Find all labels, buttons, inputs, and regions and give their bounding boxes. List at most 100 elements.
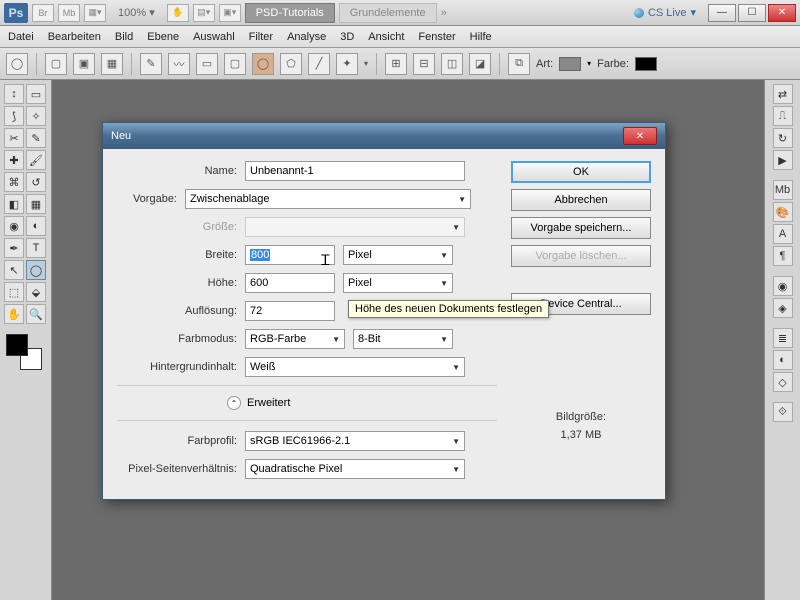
breite-unit-select[interactable]: Pixel▼ [343,245,453,265]
type-tool-icon[interactable]: T [26,238,46,258]
aufloesung-input[interactable] [245,301,335,321]
screen-mode-icon[interactable]: ▣▾ [219,4,241,22]
current-tool-icon[interactable]: ◯ [6,53,28,75]
panel-brushes-icon[interactable]: ⟐ [773,402,793,422]
shape-options-arrow-icon[interactable]: ▾ [364,59,368,68]
menu-bild[interactable]: Bild [115,31,133,43]
panel-character-icon[interactable]: A [773,224,793,244]
dialog-close-button[interactable]: ✕ [623,127,657,145]
wand-tool-icon[interactable]: ✧ [26,106,46,126]
panel-history-icon[interactable]: ↻ [773,128,793,148]
ok-button[interactable]: OK [511,161,651,183]
farbprofil-select[interactable]: sRGB IEC61966-2.1▼ [245,431,465,451]
crop-tool-icon[interactable]: ✂ [4,128,24,148]
menu-filter[interactable]: Filter [249,31,273,43]
eyedropper-tool-icon[interactable]: ✎ [26,128,46,148]
rounded-rectangle-icon[interactable]: ▢ [224,53,246,75]
window-maximize-button[interactable]: ☐ [738,4,766,22]
panel-color-icon[interactable]: ◉ [773,276,793,296]
erweitert-toggle[interactable]: ⌃ Erweitert [227,396,497,410]
paths-icon[interactable]: ▣ [73,53,95,75]
panel-layers-icon[interactable]: ≣ [773,328,793,348]
eraser-tool-icon[interactable]: ◧ [4,194,24,214]
pen-icon[interactable]: ✎ [140,53,162,75]
rectangle-icon[interactable]: ▭ [196,53,218,75]
menu-3d[interactable]: 3D [340,31,354,43]
dodge-tool-icon[interactable]: ◐ [26,216,46,236]
hoehe-input[interactable] [245,273,335,293]
path-select-icon[interactable]: ↖ [4,260,24,280]
history-brush-icon[interactable]: ↺ [26,172,46,192]
line-icon[interactable]: ╱ [308,53,330,75]
panel-actions-icon[interactable]: ▶ [773,150,793,170]
combine-exclude-icon[interactable]: ◪ [469,53,491,75]
minibridge-icon[interactable]: Mb [58,4,80,22]
window-close-button[interactable]: ✕ [768,4,796,22]
hand-tool-icon[interactable]: ✋ [4,304,24,324]
panel-minibridge-icon[interactable]: Mb [773,180,793,200]
menu-bearbeiten[interactable]: Bearbeiten [48,31,101,43]
combine-subtract-icon[interactable]: ⊟ [413,53,435,75]
move-tool-icon[interactable]: ↕ [4,84,24,104]
bridge-icon[interactable]: Br [32,4,54,22]
farbmodus-depth-select[interactable]: 8-Bit▼ [353,329,453,349]
panel-adjustments-icon[interactable]: ⇄ [773,84,793,104]
combine-add-icon[interactable]: ⊞ [385,53,407,75]
shape-layers-icon[interactable]: ▢ [45,53,67,75]
brush-tool-icon[interactable]: 🖌 [26,150,46,170]
marquee-tool-icon[interactable]: ▭ [26,84,46,104]
workspace-tab-grundelemente[interactable]: Grundelemente [339,3,437,23]
window-minimize-button[interactable]: — [708,4,736,22]
panel-masks-icon[interactable]: ⎍ [773,106,793,126]
hintergrund-select[interactable]: Weiß▼ [245,357,465,377]
foreground-background-swatch[interactable] [4,332,44,372]
breite-input[interactable]: 800 [245,245,335,265]
polygon-icon[interactable]: ⬠ [280,53,302,75]
vorgabe-select[interactable]: Zwischenablage▼ [185,189,471,209]
hand-tool-icon[interactable]: ✋ [167,4,189,22]
menu-analyse[interactable]: Analyse [287,31,326,43]
heal-tool-icon[interactable]: ✚ [4,150,24,170]
dialog-titlebar[interactable]: Neu ✕ [103,123,665,149]
blur-tool-icon[interactable]: ◉ [4,216,24,236]
3d-camera-icon[interactable]: ⬙ [26,282,46,302]
abbrechen-button[interactable]: Abbrechen [511,189,651,211]
panel-paths-icon[interactable]: ◇ [773,372,793,392]
freeform-pen-icon[interactable]: 〰 [168,53,190,75]
lasso-tool-icon[interactable]: ⟆ [4,106,24,126]
menu-fenster[interactable]: Fenster [418,31,455,43]
menu-ansicht[interactable]: Ansicht [368,31,404,43]
fill-pixels-icon[interactable]: ▦ [101,53,123,75]
view-extras-icon[interactable]: ▦▾ [84,4,106,22]
pixelsv-select[interactable]: Quadratische Pixel▼ [245,459,465,479]
panel-swatches-icon[interactable]: 🎨 [773,202,793,222]
custom-shape-icon[interactable]: ✦ [336,53,358,75]
workspace-tab-psd-tutorials[interactable]: PSD-Tutorials [245,3,335,23]
cs-live-button[interactable]: CS Live ▾ [634,6,696,19]
stamp-tool-icon[interactable]: ⌘ [4,172,24,192]
more-tabs-icon[interactable]: » [441,7,447,19]
style-swatch[interactable] [559,57,581,71]
menu-hilfe[interactable]: Hilfe [470,31,492,43]
menu-auswahl[interactable]: Auswahl [193,31,235,43]
menu-ebene[interactable]: Ebene [147,31,179,43]
farbmodus-mode-select[interactable]: RGB-Farbe▼ [245,329,345,349]
panel-paragraph-icon[interactable]: ¶ [773,246,793,266]
color-swatch[interactable] [635,57,657,71]
menu-datei[interactable]: Datei [8,31,34,43]
panel-channels-icon[interactable]: ◐ [773,350,793,370]
combine-intersect-icon[interactable]: ◫ [441,53,463,75]
vorgabe-speichern-button[interactable]: Vorgabe speichern... [511,217,651,239]
ellipse-shape-tool-icon[interactable]: ◯ [26,260,46,280]
zoom-tool-icon[interactable]: 🔍 [26,304,46,324]
panel-styles-icon[interactable]: ◈ [773,298,793,318]
name-input[interactable] [245,161,465,181]
hoehe-unit-select[interactable]: Pixel▼ [343,273,453,293]
zoom-dropdown[interactable]: 100% ▾ [110,6,163,19]
ellipse-icon[interactable]: ◯ [252,53,274,75]
3d-tool-icon[interactable]: ⬚ [4,282,24,302]
link-icon[interactable]: ⧉ [508,53,530,75]
pen-tool-icon[interactable]: ✒ [4,238,24,258]
arrange-docs-icon[interactable]: ▤▾ [193,4,215,22]
gradient-tool-icon[interactable]: ▦ [26,194,46,214]
